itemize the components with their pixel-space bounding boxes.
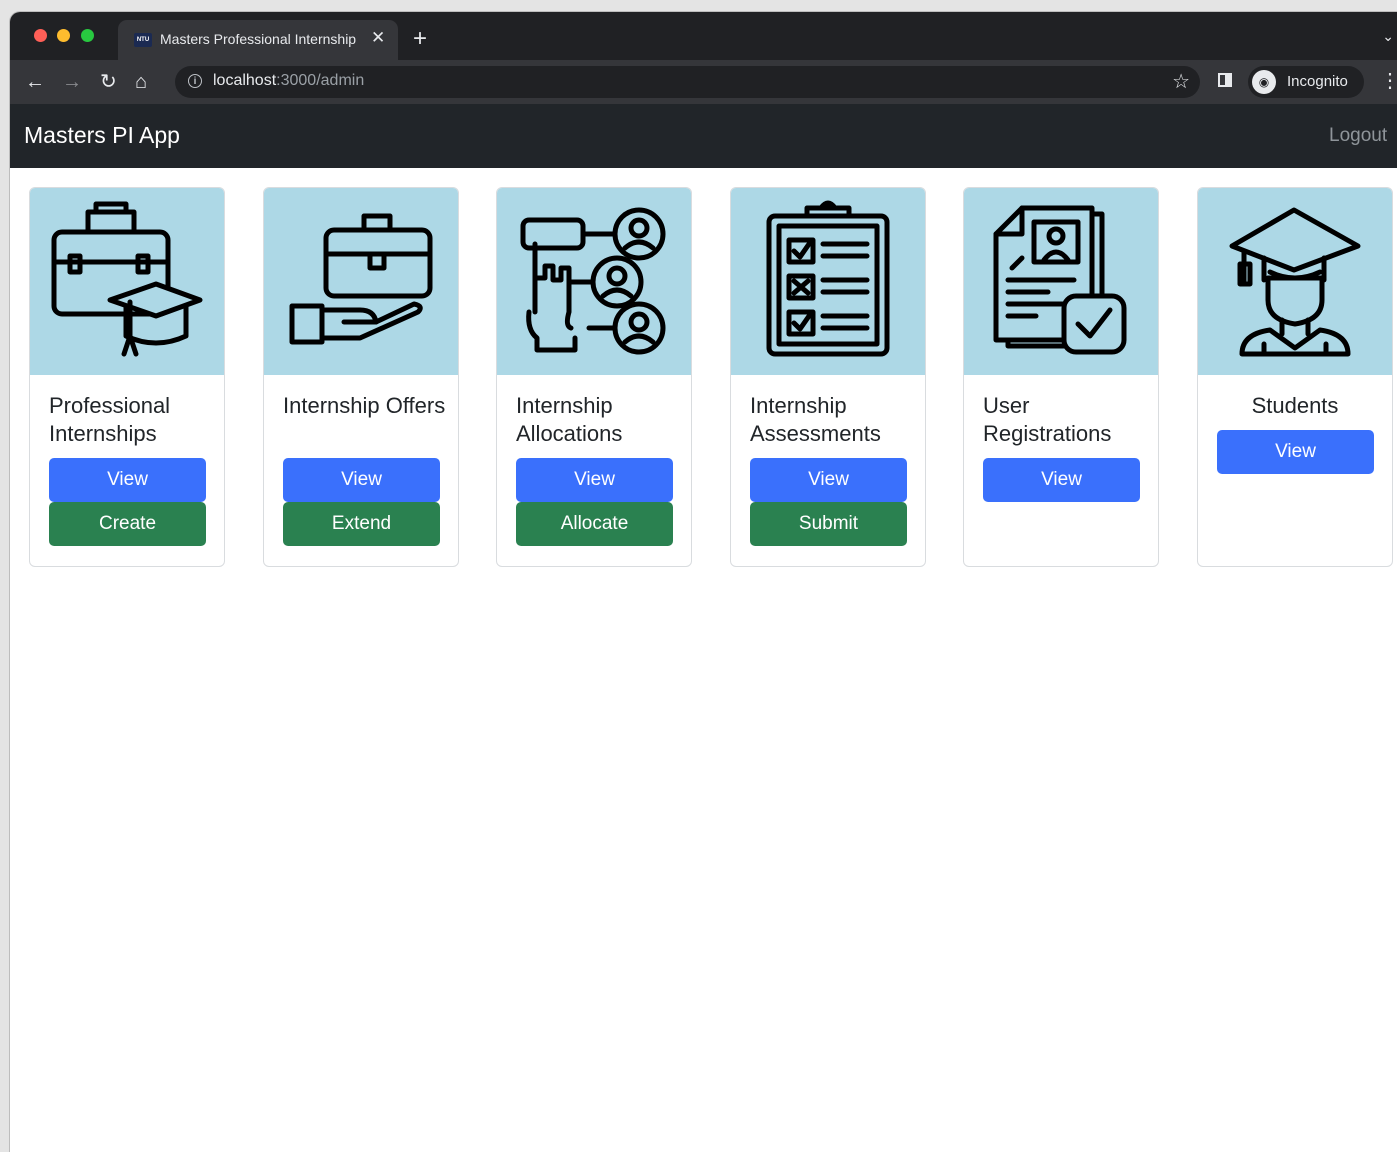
forward-arrow-icon[interactable]: → <box>62 70 82 94</box>
favicon-icon: NTU <box>134 33 152 47</box>
reload-icon[interactable]: ↻ <box>100 70 117 94</box>
card-title: Professional Internships <box>49 393 171 446</box>
allocate-button[interactable]: Allocate <box>516 502 673 546</box>
incognito-profile-button[interactable]: ◉ Incognito <box>1248 66 1364 98</box>
card-image <box>964 188 1158 375</box>
card-professional-internships: Professional Internships View Create <box>29 187 225 567</box>
app-navbar: Masters PI App Logout <box>10 104 1397 168</box>
card-title: User Registrations <box>983 393 1112 446</box>
card-title: Internship Allocations <box>516 393 623 446</box>
url-path: :3000/admin <box>276 72 365 89</box>
hand-offering-briefcase-icon <box>289 213 433 345</box>
new-tab-button[interactable]: + <box>413 27 427 51</box>
incognito-icon: ◉ <box>1252 70 1276 94</box>
browser-menu-icon[interactable]: ⋮ <box>1380 70 1397 92</box>
checklist-clipboard-icon <box>766 200 890 357</box>
minimize-window-button[interactable] <box>57 29 70 42</box>
tab-close-icon[interactable]: ✕ <box>371 29 385 47</box>
url-text[interactable]: localhost:3000/admin <box>213 72 364 90</box>
card-title: Internship Assessments <box>750 393 881 446</box>
view-internship-allocations-button[interactable]: View <box>516 458 673 502</box>
tab-title: Masters Professional Internship <box>160 31 357 47</box>
incognito-label: Incognito <box>1287 73 1348 90</box>
maximize-window-button[interactable] <box>81 29 94 42</box>
card-students: Students View <box>1197 187 1393 567</box>
tab-strip: NTU Masters Professional Internship ✕ + … <box>10 12 1397 60</box>
card-internship-allocations: Internship Allocations View Allocate <box>496 187 692 567</box>
view-internship-offers-button[interactable]: View <box>283 458 440 502</box>
logout-link[interactable]: Logout <box>1329 125 1387 147</box>
extend-offer-button[interactable]: Extend <box>283 502 440 546</box>
hand-selecting-person-icon <box>520 207 666 355</box>
browser-toolbar: ← → ↻ ⌂ i localhost:3000/admin ☆ ◉ Incog… <box>10 60 1397 104</box>
card-title: Students <box>1251 393 1339 418</box>
site-info-icon[interactable]: i <box>188 74 202 88</box>
dashboard-cards: Professional Internships View Create Int… <box>10 168 1397 1148</box>
close-window-button[interactable] <box>34 29 47 42</box>
bookmark-star-icon[interactable]: ☆ <box>1172 69 1190 94</box>
tab-search-chevron-icon[interactable]: ⌄ <box>1382 28 1394 45</box>
card-internship-assessments: Internship Assessments View Submit <box>730 187 926 567</box>
address-bar[interactable]: i localhost:3000/admin ☆ <box>175 66 1200 98</box>
create-internship-button[interactable]: Create <box>49 502 206 546</box>
view-professional-internships-button[interactable]: View <box>49 458 206 502</box>
browser-tab[interactable]: NTU Masters Professional Internship ✕ <box>118 20 398 60</box>
submit-assessment-button[interactable]: Submit <box>750 502 907 546</box>
card-image <box>497 188 691 375</box>
card-internship-offers: Internship Offers View Extend <box>263 187 459 567</box>
app-brand[interactable]: Masters PI App <box>24 122 180 149</box>
url-host: localhost <box>213 72 277 89</box>
view-user-registrations-button[interactable]: View <box>983 458 1140 502</box>
view-students-button[interactable]: View <box>1217 430 1374 474</box>
card-image <box>30 188 224 375</box>
back-arrow-icon[interactable]: ← <box>25 70 45 94</box>
card-image <box>731 188 925 375</box>
document-approved-icon <box>993 205 1127 355</box>
home-icon[interactable]: ⌂ <box>135 70 147 94</box>
browser-window: NTU Masters Professional Internship ✕ + … <box>10 12 1397 1152</box>
card-title: Internship Offers <box>283 393 446 418</box>
side-panel-icon[interactable] <box>1218 73 1232 87</box>
view-internship-assessments-button[interactable]: View <box>750 458 907 502</box>
graduate-student-icon <box>1229 207 1361 357</box>
card-image <box>1198 188 1392 375</box>
card-user-registrations: User Registrations View <box>963 187 1159 567</box>
card-image <box>264 188 458 375</box>
briefcase-graduation-cap-icon <box>51 201 203 357</box>
